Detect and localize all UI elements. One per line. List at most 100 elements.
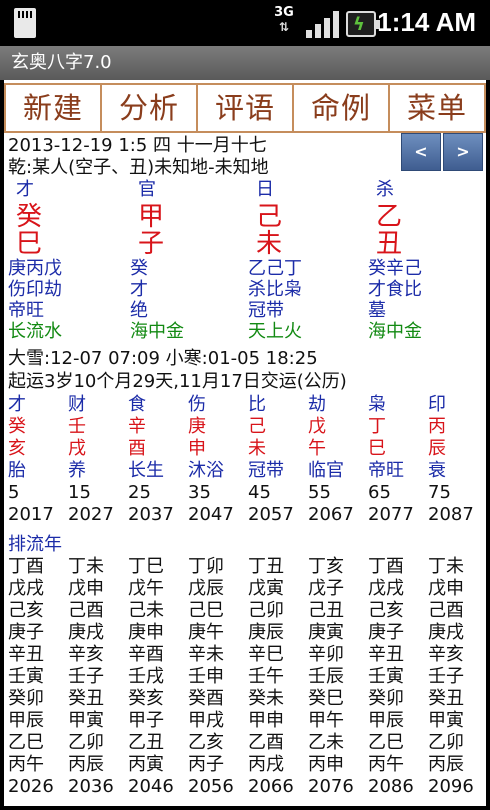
menu-button[interactable]: 菜单 bbox=[390, 85, 484, 131]
liunian-row-cell[interactable]: 己未 bbox=[128, 600, 164, 622]
liunian-row-cell[interactable]: 丁未 bbox=[68, 556, 104, 578]
liunian-end-year-row-cell[interactable]: 2096 bbox=[428, 776, 474, 798]
liunian-row-cell[interactable]: 庚寅 bbox=[308, 622, 344, 644]
liunian-row-cell[interactable]: 丙辰 bbox=[68, 754, 104, 776]
liunian-row-cell[interactable]: 戊辰 bbox=[188, 578, 224, 600]
dayun-year-row-cell[interactable]: 2057 bbox=[248, 504, 294, 526]
next-button[interactable]: > bbox=[443, 133, 483, 171]
liunian-row-cell[interactable]: 己巳 bbox=[188, 600, 224, 622]
liunian-row-cell[interactable]: 甲申 bbox=[248, 710, 284, 732]
liunian-row-cell[interactable]: 丁未 bbox=[428, 556, 464, 578]
liunian-row-cell[interactable]: 丙午 bbox=[368, 754, 404, 776]
liunian-row-cell[interactable]: 庚戌 bbox=[68, 622, 104, 644]
dayun-year-row-cell[interactable]: 2077 bbox=[368, 504, 414, 526]
liunian-row-cell[interactable]: 辛丑 bbox=[368, 644, 404, 666]
liunian-row-cell[interactable]: 甲辰 bbox=[368, 710, 404, 732]
liunian-row-cell[interactable]: 己酉 bbox=[68, 600, 104, 622]
liunian-row-cell[interactable]: 己卯 bbox=[248, 600, 284, 622]
liunian-row-cell[interactable]: 庚子 bbox=[8, 622, 44, 644]
liunian-row-cell[interactable]: 庚申 bbox=[128, 622, 164, 644]
liunian-row-cell[interactable]: 戊子 bbox=[308, 578, 344, 600]
analyze-button[interactable]: 分析 bbox=[102, 85, 198, 131]
liunian-row-cell[interactable]: 乙巳 bbox=[368, 732, 404, 754]
dayun-year-row-cell[interactable]: 2087 bbox=[428, 504, 474, 526]
liunian-row-cell[interactable]: 丙寅 bbox=[128, 754, 164, 776]
liunian-row-cell[interactable]: 辛巳 bbox=[248, 644, 284, 666]
dayun-year-row-cell[interactable]: 2067 bbox=[308, 504, 354, 526]
dayun-year-row-cell[interactable]: 2017 bbox=[8, 504, 54, 526]
liunian-row-cell[interactable]: 庚子 bbox=[368, 622, 404, 644]
liunian-row-cell[interactable]: 丙辰 bbox=[428, 754, 464, 776]
liunian-row-cell[interactable]: 丁酉 bbox=[368, 556, 404, 578]
liunian-row-cell[interactable]: 丙午 bbox=[8, 754, 44, 776]
cases-button[interactable]: 命例 bbox=[294, 85, 390, 131]
liunian-row-cell[interactable]: 己酉 bbox=[428, 600, 464, 622]
liunian-end-year-row-cell[interactable]: 2046 bbox=[128, 776, 174, 798]
liunian-row-cell[interactable]: 壬申 bbox=[188, 666, 224, 688]
liunian-row-cell[interactable]: 乙丑 bbox=[128, 732, 164, 754]
liunian-row-cell[interactable]: 乙卯 bbox=[68, 732, 104, 754]
liunian-row-cell[interactable]: 癸卯 bbox=[368, 688, 404, 710]
liunian-row-cell[interactable]: 丙子 bbox=[188, 754, 224, 776]
liunian-row-cell[interactable]: 丁亥 bbox=[308, 556, 344, 578]
liunian-row-cell[interactable]: 辛酉 bbox=[128, 644, 164, 666]
liunian-end-year-row-cell[interactable]: 2086 bbox=[368, 776, 414, 798]
liunian-row-cell[interactable]: 壬寅 bbox=[8, 666, 44, 688]
liunian-row-cell[interactable]: 戊申 bbox=[428, 578, 464, 600]
liunian-end-year-row-cell[interactable]: 2056 bbox=[188, 776, 234, 798]
liunian-row-cell[interactable]: 乙亥 bbox=[188, 732, 224, 754]
liunian-row-cell[interactable]: 甲戌 bbox=[188, 710, 224, 732]
liunian-row-cell[interactable]: 乙未 bbox=[308, 732, 344, 754]
liunian-row-cell[interactable]: 癸未 bbox=[248, 688, 284, 710]
liunian-row-cell[interactable]: 丁丑 bbox=[248, 556, 284, 578]
dayun-year-row-cell[interactable]: 2047 bbox=[188, 504, 234, 526]
liunian-row-cell[interactable]: 庚戌 bbox=[428, 622, 464, 644]
liunian-row-cell[interactable]: 辛未 bbox=[188, 644, 224, 666]
prev-button[interactable]: < bbox=[401, 133, 441, 171]
liunian-row-cell[interactable]: 戊申 bbox=[68, 578, 104, 600]
liunian-row-cell[interactable]: 甲午 bbox=[308, 710, 344, 732]
liunian-row-cell[interactable]: 癸巳 bbox=[308, 688, 344, 710]
liunian-row-cell[interactable]: 甲寅 bbox=[428, 710, 464, 732]
liunian-row-cell[interactable]: 丁巳 bbox=[128, 556, 164, 578]
liunian-end-year-row-cell[interactable]: 2036 bbox=[68, 776, 114, 798]
liunian-row-cell[interactable]: 壬戌 bbox=[128, 666, 164, 688]
liunian-row-cell[interactable]: 壬午 bbox=[248, 666, 284, 688]
liunian-row-cell[interactable]: 癸丑 bbox=[428, 688, 464, 710]
liunian-row-cell[interactable]: 壬子 bbox=[68, 666, 104, 688]
liunian-row-cell[interactable]: 癸酉 bbox=[188, 688, 224, 710]
liunian-row-cell[interactable]: 戊寅 bbox=[248, 578, 284, 600]
liunian-label[interactable]: 排流年 bbox=[8, 534, 62, 556]
liunian-row-cell[interactable]: 丙申 bbox=[308, 754, 344, 776]
liunian-end-year-row-cell[interactable]: 2066 bbox=[248, 776, 294, 798]
liunian-row-cell[interactable]: 庚午 bbox=[188, 622, 224, 644]
liunian-end-year-row-cell[interactable]: 2076 bbox=[308, 776, 354, 798]
new-button[interactable]: 新建 bbox=[6, 85, 102, 131]
liunian-row-cell[interactable]: 庚辰 bbox=[248, 622, 284, 644]
liunian-row-cell[interactable]: 乙卯 bbox=[428, 732, 464, 754]
liunian-row-cell[interactable]: 壬寅 bbox=[368, 666, 404, 688]
liunian-row-cell[interactable]: 甲辰 bbox=[8, 710, 44, 732]
liunian-row-cell[interactable]: 戊戌 bbox=[8, 578, 44, 600]
liunian-row-cell[interactable]: 丁卯 bbox=[188, 556, 224, 578]
liunian-row-cell[interactable]: 丙戌 bbox=[248, 754, 284, 776]
liunian-row-cell[interactable]: 癸亥 bbox=[128, 688, 164, 710]
liunian-row-cell[interactable]: 辛丑 bbox=[8, 644, 44, 666]
liunian-row-cell[interactable]: 甲寅 bbox=[68, 710, 104, 732]
dayun-year-row-cell[interactable]: 2027 bbox=[68, 504, 114, 526]
liunian-row-cell[interactable]: 乙酉 bbox=[248, 732, 284, 754]
liunian-row-cell[interactable]: 己丑 bbox=[308, 600, 344, 622]
liunian-row-cell[interactable]: 乙巳 bbox=[8, 732, 44, 754]
liunian-row-cell[interactable]: 癸卯 bbox=[8, 688, 44, 710]
liunian-row-cell[interactable]: 壬子 bbox=[428, 666, 464, 688]
liunian-end-year-row-cell[interactable]: 2026 bbox=[8, 776, 54, 798]
liunian-row-cell[interactable]: 己亥 bbox=[368, 600, 404, 622]
liunian-row-cell[interactable]: 辛卯 bbox=[308, 644, 344, 666]
liunian-row-cell[interactable]: 丁酉 bbox=[8, 556, 44, 578]
comment-button[interactable]: 评语 bbox=[198, 85, 294, 131]
liunian-row-cell[interactable]: 辛亥 bbox=[68, 644, 104, 666]
liunian-row-cell[interactable]: 甲子 bbox=[128, 710, 164, 732]
liunian-row-cell[interactable]: 壬辰 bbox=[308, 666, 344, 688]
liunian-row-cell[interactable]: 己亥 bbox=[8, 600, 44, 622]
liunian-row-cell[interactable]: 辛亥 bbox=[428, 644, 464, 666]
